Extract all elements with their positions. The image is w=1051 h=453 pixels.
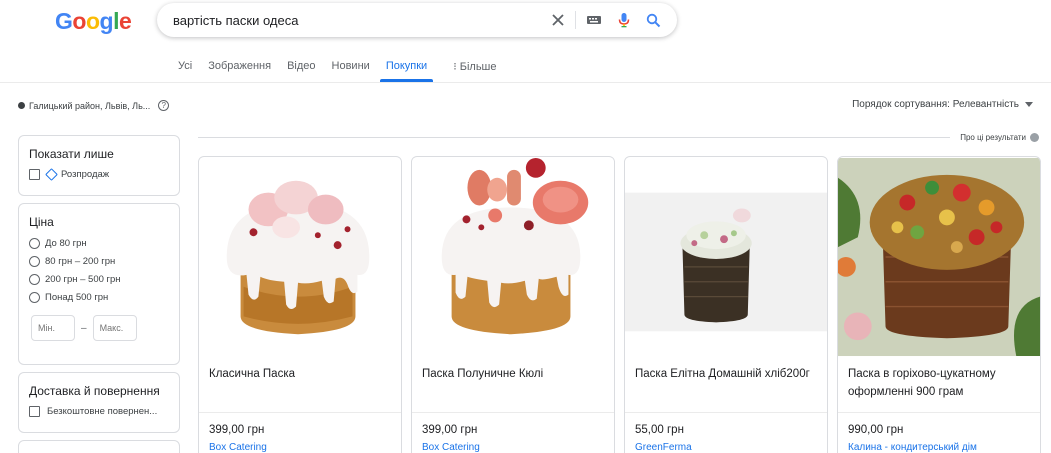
keyboard-icon[interactable]: [584, 10, 604, 30]
clear-icon[interactable]: [548, 10, 568, 30]
sort-dropdown[interactable]: Порядок сортування: Релевантність: [852, 99, 1033, 110]
price-option[interactable]: Понад 500 грн: [29, 292, 179, 303]
radio-button[interactable]: [29, 292, 40, 303]
filter-title: Доставка й повернення: [29, 384, 160, 398]
location-text: Галицький район, Львів, Ль...: [29, 100, 151, 111]
product-card[interactable]: Паска Полуничне Кюлі 399,00 грн Box Cate…: [411, 156, 615, 453]
location-selector[interactable]: Галицький район, Львів, Ль... ?: [18, 100, 170, 111]
tab-more[interactable]: ⁝ Більше: [445, 56, 504, 82]
filter-option-free-returns[interactable]: Безкоштовне повернен...: [29, 406, 179, 417]
product-price: 399,00 грн: [422, 424, 478, 436]
info-icon: [1030, 133, 1039, 142]
checkbox[interactable]: [29, 406, 40, 417]
product-store[interactable]: Box Catering: [422, 442, 480, 453]
radio-button[interactable]: [29, 274, 40, 285]
results-divider: [198, 137, 950, 138]
page: Google Усі Зображення Відео Новини Покуп…: [0, 0, 1051, 453]
filter-price: Ціна До 80 грн 80 грн – 200 грн 200 грн …: [18, 203, 180, 365]
filter-show-only: Показати лише Розпродаж: [18, 135, 180, 196]
min-price-input[interactable]: [31, 315, 75, 341]
microphone-icon[interactable]: [614, 10, 634, 30]
filter-title: Показати лише: [29, 147, 114, 161]
filter-title: Ціна: [29, 215, 54, 229]
product-image: [838, 157, 1040, 357]
tab-videos[interactable]: Відео: [279, 56, 323, 82]
card-divider: [412, 412, 614, 413]
about-results-label: Про ці результати: [960, 133, 1026, 142]
help-icon[interactable]: ?: [158, 100, 170, 111]
product-store[interactable]: GreenFerma: [635, 442, 692, 453]
search-bar: [157, 3, 677, 37]
search-input[interactable]: [173, 10, 533, 30]
header-divider: [0, 82, 1051, 83]
product-title[interactable]: Класична Паска: [209, 365, 393, 383]
product-image: [625, 157, 827, 357]
search-tabs: Усі Зображення Відео Новини Покупки ⁝ Бі…: [170, 56, 505, 82]
tag-icon: [45, 168, 58, 181]
about-results-link[interactable]: Про ці результати: [960, 133, 1039, 142]
location-dot-icon: [18, 102, 25, 109]
product-title[interactable]: Паска в горіхово-цукатному оформленні 90…: [848, 365, 1032, 401]
caret-down-icon: [1025, 102, 1033, 107]
price-option[interactable]: До 80 грн: [29, 238, 179, 249]
product-store[interactable]: Box Catering: [209, 442, 267, 453]
product-title[interactable]: Паска Елітна Домашній хліб200г: [635, 365, 819, 383]
product-price: 399,00 грн: [209, 424, 265, 436]
price-option[interactable]: 80 грн – 200 грн: [29, 256, 179, 267]
product-title[interactable]: Паска Полуничне Кюлі: [422, 365, 606, 383]
product-card[interactable]: Паска Елітна Домашній хліб200г 55,00 грн…: [624, 156, 828, 453]
product-image: [412, 157, 614, 357]
card-divider: [199, 412, 401, 413]
search-icon[interactable]: [643, 10, 663, 30]
radio-button[interactable]: [29, 256, 40, 267]
product-price: 55,00 грн: [635, 424, 684, 436]
card-divider: [625, 412, 827, 413]
product-store[interactable]: Калина - кондитерський дім: [848, 442, 977, 453]
radio-button[interactable]: [29, 238, 40, 249]
tab-news[interactable]: Новини: [324, 56, 378, 82]
checkbox[interactable]: [29, 169, 40, 180]
product-price: 990,00 грн: [848, 424, 904, 436]
tab-images[interactable]: Зображення: [200, 56, 279, 82]
filter-delivery: Доставка й повернення Безкоштовне поверн…: [18, 372, 180, 433]
sort-label: Порядок сортування: Релевантність: [852, 99, 1019, 110]
filter-option-sale[interactable]: Розпродаж: [29, 168, 179, 181]
tab-all[interactable]: Усі: [170, 56, 200, 82]
divider: [575, 11, 576, 29]
card-divider: [838, 412, 1040, 413]
price-option[interactable]: 200 грн – 500 грн: [29, 274, 179, 285]
range-dash: –: [81, 322, 87, 334]
filter-option-label: Розпродаж: [61, 169, 110, 180]
max-price-input[interactable]: [92, 315, 137, 341]
tab-shopping[interactable]: Покупки: [378, 56, 435, 82]
google-logo[interactable]: Google: [55, 8, 132, 35]
filter-option-label: Безкоштовне повернен...: [47, 406, 158, 417]
price-range: –: [31, 315, 179, 341]
product-card[interactable]: Паска в горіхово-цукатному оформленні 90…: [837, 156, 1041, 453]
product-image: [199, 157, 401, 357]
filter-more: [18, 440, 180, 453]
product-card[interactable]: Класична Паска 399,00 грн Box Catering: [198, 156, 402, 453]
